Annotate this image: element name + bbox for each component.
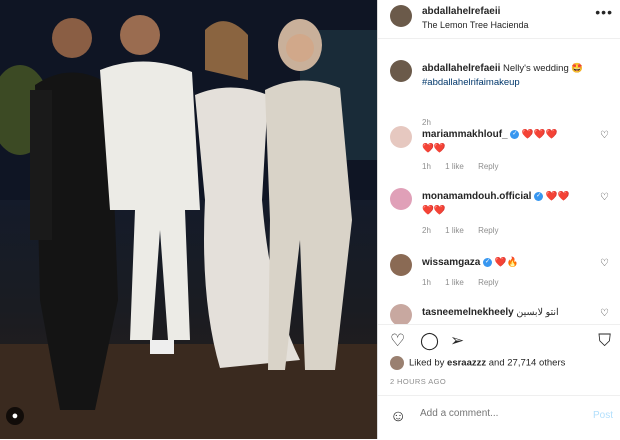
comment-item: tasneemelnekheely انتو لابسين ♡ — [390, 304, 615, 324]
share-icon[interactable]: ➢ — [450, 331, 464, 351]
reply-button[interactable]: Reply — [478, 278, 498, 287]
reply-button[interactable]: Reply — [478, 226, 498, 235]
caption-hashtag[interactable]: #abdallahelrifaimakeup — [422, 77, 520, 88]
more-options-icon[interactable]: ••• — [595, 4, 613, 20]
liked-by-user[interactable]: esraazzz — [447, 358, 486, 369]
comment-username[interactable]: wissamgaza — [422, 257, 480, 268]
commenter-avatar[interactable] — [390, 254, 412, 276]
comment-username[interactable]: mariammakhlouf_ — [422, 129, 508, 140]
emoji-icon[interactable]: ☺ — [390, 408, 406, 426]
comment-age: 1h — [422, 162, 431, 171]
comment-likes[interactable]: 1 like — [445, 162, 464, 171]
like-comment-icon[interactable]: ♡ — [600, 192, 609, 203]
comment-meta: 1h 1 like Reply — [422, 162, 511, 171]
verified-badge-icon: ✓ — [510, 129, 520, 139]
post-header: abdallahelrefaeii The Lemon Tree Haciend… — [378, 0, 620, 39]
comments-list[interactable]: abdallahelrefaeii Nelly's wedding 🤩 #abd… — [378, 38, 620, 324]
post-location[interactable]: The Lemon Tree Hacienda — [422, 20, 529, 30]
comment-likes[interactable]: 1 like — [445, 278, 464, 287]
bookmark-icon[interactable]: ⛉ — [598, 331, 611, 351]
verified-badge-icon: ✓ — [534, 191, 544, 201]
tagged-users-icon[interactable]: ● — [6, 407, 24, 425]
comment-text: ❤️❤️ — [545, 191, 570, 202]
comment-meta: 1h 1 like Reply — [422, 278, 511, 287]
comment-username[interactable]: monamamdouh.official — [422, 191, 531, 202]
caption-text: Nelly's wedding 🤩 — [503, 63, 584, 74]
author-username[interactable]: abdallahelrefaeii — [422, 6, 500, 17]
like-comment-icon[interactable]: ♡ — [600, 130, 609, 141]
commenter-avatar[interactable] — [390, 304, 412, 324]
post-photo[interactable]: ● — [0, 0, 377, 439]
post-time-ago: 2 HOURS AGO — [390, 377, 447, 386]
comment-text: ❤️❤️❤️ — [521, 129, 558, 140]
commenter-avatar[interactable] — [390, 188, 412, 210]
post-actions: ♡ ◯ ➢ ⛉ Liked by esraazzz and 27,714 oth… — [378, 324, 620, 396]
caption-avatar[interactable] — [390, 60, 412, 82]
liked-by-prefix: Liked by — [409, 357, 445, 369]
comment-likes[interactable]: 1 like — [445, 226, 464, 235]
likes-summary[interactable]: Liked by esraazzz and 27,714 others — [390, 356, 565, 370]
comment-age: 2h — [422, 226, 431, 235]
wedding-photo-illustration — [0, 0, 377, 439]
comment-item: monamamdouh.official ✓ ❤️❤️ ❤️❤️ ♡ 2h 1 … — [390, 188, 615, 238]
comment-text: ❤️🔥 — [494, 257, 519, 268]
verified-badge-icon: ✓ — [483, 257, 493, 267]
like-comment-icon[interactable]: ♡ — [600, 308, 609, 319]
comment-age: 1h — [422, 278, 431, 287]
post-sidebar: abdallahelrefaeii The Lemon Tree Haciend… — [377, 0, 620, 439]
comment-meta: 2h 1 like Reply — [422, 226, 511, 235]
comment-item: wissamgaza ✓ ❤️🔥 ♡ 1h 1 like Reply — [390, 254, 615, 304]
comment-username[interactable]: tasneemelnekheely — [422, 307, 514, 318]
comment-composer: ☺ Post — [378, 395, 620, 440]
post-comment-button[interactable]: Post — [593, 410, 613, 421]
heart-icon[interactable]: ♡ — [390, 331, 405, 351]
comment-item: mariammakhlouf_ ✓ ❤️❤️❤️ ❤️❤️ ♡ 1h 1 lik… — [390, 126, 615, 176]
comment-icon[interactable]: ◯ — [420, 331, 439, 351]
add-comment-input[interactable] — [418, 407, 572, 420]
comment-text-continued: ❤️❤️ — [422, 205, 446, 216]
commenter-avatar[interactable] — [390, 126, 412, 148]
liker-avatar — [390, 356, 404, 370]
like-comment-icon[interactable]: ♡ — [600, 258, 609, 269]
author-avatar[interactable] — [390, 5, 412, 27]
liked-by-suffix[interactable]: and 27,714 others — [489, 358, 566, 369]
caption-username[interactable]: abdallahelrefaeii — [422, 63, 500, 74]
reply-button[interactable]: Reply — [478, 162, 498, 171]
comment-text: انتو لابسين — [516, 307, 559, 318]
comment-text-continued: ❤️❤️ — [422, 143, 446, 154]
